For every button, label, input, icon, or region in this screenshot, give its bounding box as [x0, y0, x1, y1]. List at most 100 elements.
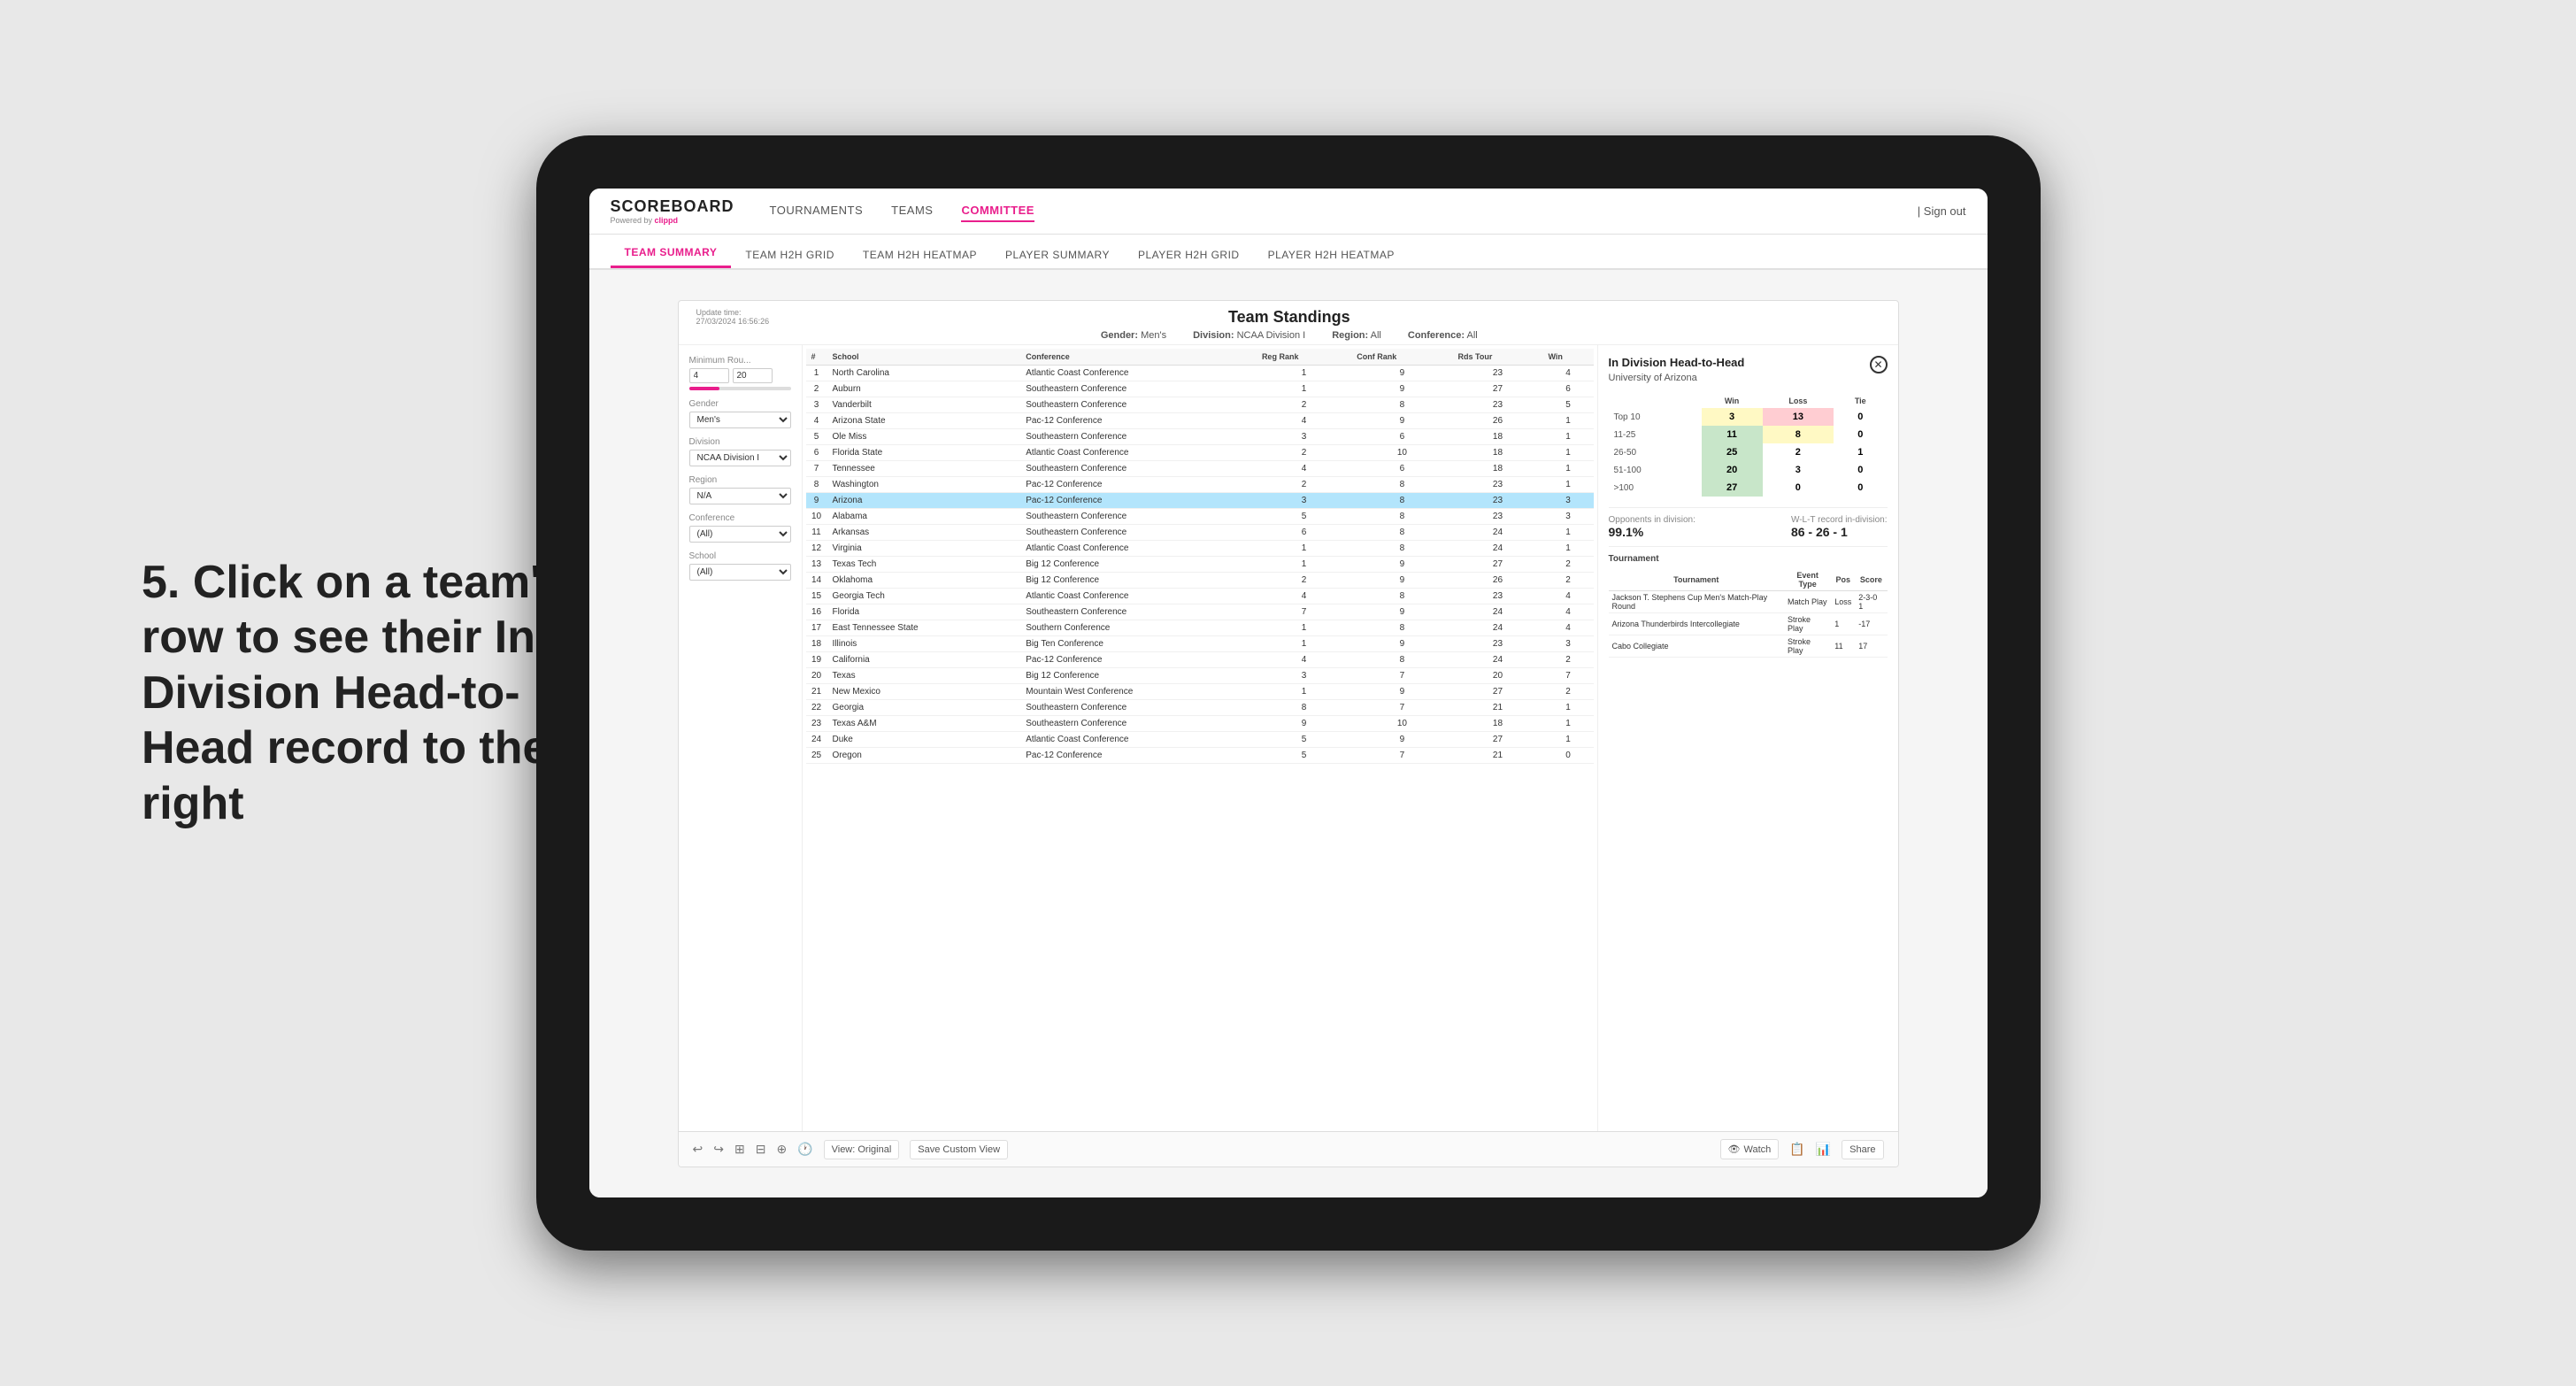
cell-rank: 4 [806, 413, 827, 429]
table-row[interactable]: 25 Oregon Pac-12 Conference 5 7 21 0 [806, 748, 1594, 764]
cell-rank: 9 [806, 493, 827, 509]
table-row[interactable]: 9 Arizona Pac-12 Conference 3 8 23 3 [806, 493, 1594, 509]
division-filter[interactable]: NCAA Division I [689, 450, 791, 466]
tournaments-table: Tournament Event Type Pos Score Jackson … [1609, 569, 1888, 658]
tournament-event-type: Stroke Play [1784, 613, 1831, 635]
table-row[interactable]: 7 Tennessee Southeastern Conference 4 6 … [806, 461, 1594, 477]
table-row[interactable]: 5 Ole Miss Southeastern Conference 3 6 1… [806, 429, 1594, 445]
table-row[interactable]: 17 East Tennessee State Southern Confere… [806, 620, 1594, 636]
cell-reg-rank: 1 [1257, 684, 1351, 700]
table-row[interactable]: 16 Florida Southeastern Conference 7 9 2… [806, 604, 1594, 620]
table-row[interactable]: 19 California Pac-12 Conference 4 8 24 2 [806, 652, 1594, 668]
cell-rank: 12 [806, 541, 827, 557]
table-row[interactable]: 21 New Mexico Mountain West Conference 1… [806, 684, 1594, 700]
cell-reg-rank: 2 [1257, 445, 1351, 461]
rounds-slider[interactable] [689, 387, 791, 390]
cell-conf-rank: 10 [1351, 445, 1452, 461]
cell-rank: 15 [806, 589, 827, 604]
redo-icon[interactable]: ↪ [713, 1142, 724, 1157]
table-row[interactable]: 3 Vanderbilt Southeastern Conference 2 8… [806, 397, 1594, 413]
view-original-label: View: Original [832, 1144, 892, 1155]
h2h-range-row: 51-100 20 3 0 [1609, 461, 1888, 479]
cell-rds: 23 [1453, 509, 1543, 525]
cell-rank: 21 [806, 684, 827, 700]
clock-icon[interactable]: 🕐 [797, 1142, 812, 1157]
nav-committee[interactable]: COMMITTEE [961, 200, 1034, 222]
tablet-frame: SCOREBOARD Powered by clippd TOURNAMENTS… [536, 135, 2041, 1251]
undo-icon[interactable]: ↩ [693, 1142, 704, 1157]
cell-conf-rank: 8 [1351, 509, 1452, 525]
cell-school: Virginia [827, 541, 1021, 557]
tablet-screen: SCOREBOARD Powered by clippd TOURNAMENTS… [589, 189, 1988, 1197]
h2h-close-button[interactable]: ✕ [1870, 356, 1888, 373]
nav-tournaments[interactable]: TOURNAMENTS [770, 200, 864, 222]
subnav-player-summary[interactable]: PLAYER SUMMARY [991, 242, 1124, 268]
table-row[interactable]: 4 Arizona State Pac-12 Conference 4 9 26… [806, 413, 1594, 429]
table-row[interactable]: 15 Georgia Tech Atlantic Coast Conferenc… [806, 589, 1594, 604]
table-header-row: # School Conference Reg Rank Conf Rank R… [806, 349, 1594, 366]
cell-reg-rank: 3 [1257, 429, 1351, 445]
table-row[interactable]: 23 Texas A&M Southeastern Conference 9 1… [806, 716, 1594, 732]
cell-reg-rank: 4 [1257, 461, 1351, 477]
region-filter[interactable]: N/A [689, 488, 791, 504]
toolbar-icon-5[interactable]: ⊕ [776, 1142, 787, 1157]
save-custom-button[interactable]: Save Custom View [910, 1140, 1008, 1159]
cell-reg-rank: 5 [1257, 732, 1351, 748]
cell-conference: Southeastern Conference [1020, 700, 1257, 716]
table-row[interactable]: 14 Oklahoma Big 12 Conference 2 9 26 2 [806, 573, 1594, 589]
watch-button[interactable]: 👁 Watch [1720, 1139, 1780, 1159]
conference-filter[interactable]: (All) [689, 526, 791, 543]
table-area: # School Conference Reg Rank Conf Rank R… [803, 345, 1597, 1131]
cell-rds: 24 [1453, 620, 1543, 636]
subnav-player-h2h-grid[interactable]: PLAYER H2H GRID [1124, 242, 1254, 268]
table-row[interactable]: 8 Washington Pac-12 Conference 2 8 23 1 [806, 477, 1594, 493]
table-row[interactable]: 20 Texas Big 12 Conference 3 7 20 7 [806, 668, 1594, 684]
th-rds: Rds Tour [1453, 349, 1543, 366]
table-row[interactable]: 24 Duke Atlantic Coast Conference 5 9 27… [806, 732, 1594, 748]
view-original-button[interactable]: View: Original [824, 1140, 900, 1159]
cell-conference: Southeastern Conference [1020, 429, 1257, 445]
cell-rds: 18 [1453, 461, 1543, 477]
toolbar-icon-7[interactable]: 📊 [1816, 1142, 1831, 1157]
cell-school: Washington [827, 477, 1021, 493]
nav-teams[interactable]: TEAMS [891, 200, 933, 222]
cell-rank: 5 [806, 429, 827, 445]
panel-meta: Gender: Men's Division: NCAA Division I … [769, 330, 1809, 341]
h2h-panel: In Division Head-to-Head University of A… [1597, 345, 1898, 1131]
toolbar-icon-3[interactable]: ⊞ [734, 1142, 745, 1157]
table-row[interactable]: 12 Virginia Atlantic Coast Conference 1 … [806, 541, 1594, 557]
cell-conf-rank: 8 [1351, 397, 1452, 413]
subnav-team-h2h-heatmap[interactable]: TEAM H2H HEATMAP [849, 242, 991, 268]
cell-conf-rank: 7 [1351, 700, 1452, 716]
cell-conf-rank: 8 [1351, 493, 1452, 509]
subnav-team-summary[interactable]: TEAM SUMMARY [611, 239, 732, 268]
table-row[interactable]: 6 Florida State Atlantic Coast Conferenc… [806, 445, 1594, 461]
cell-conference: Atlantic Coast Conference [1020, 732, 1257, 748]
tournament-pos: 1 [1831, 613, 1855, 635]
gender-filter[interactable]: Men's [689, 412, 791, 428]
cell-conf-rank: 8 [1351, 589, 1452, 604]
table-row[interactable]: 13 Texas Tech Big 12 Conference 1 9 27 2 [806, 557, 1594, 573]
cell-win: 2 [1542, 573, 1593, 589]
table-row[interactable]: 18 Illinois Big Ten Conference 1 9 23 3 [806, 636, 1594, 652]
min-rounds-max[interactable] [733, 368, 773, 383]
tournament-score: 17 [1855, 635, 1887, 658]
min-rounds-min[interactable] [689, 368, 729, 383]
school-filter[interactable]: (All) [689, 564, 791, 581]
table-row[interactable]: 22 Georgia Southeastern Conference 8 7 2… [806, 700, 1594, 716]
table-row[interactable]: 10 Alabama Southeastern Conference 5 8 2… [806, 509, 1594, 525]
table-row[interactable]: 2 Auburn Southeastern Conference 1 9 27 … [806, 381, 1594, 397]
subnav-player-h2h-heatmap[interactable]: PLAYER H2H HEATMAP [1254, 242, 1409, 268]
sign-out-link[interactable]: | Sign out [1918, 204, 1966, 218]
toolbar-icon-4[interactable]: ⊟ [756, 1142, 766, 1157]
cell-school: North Carolina [827, 366, 1021, 381]
cell-reg-rank: 1 [1257, 381, 1351, 397]
logo-area: SCOREBOARD Powered by clippd [611, 197, 734, 225]
subnav-team-h2h-grid[interactable]: TEAM H2H GRID [731, 242, 849, 268]
table-row[interactable]: 11 Arkansas Southeastern Conference 6 8 … [806, 525, 1594, 541]
share-button[interactable]: Share [1842, 1140, 1883, 1159]
table-row[interactable]: 1 North Carolina Atlantic Coast Conferen… [806, 366, 1594, 381]
toolbar-icon-6[interactable]: 📋 [1789, 1142, 1804, 1157]
th-rank: # [806, 349, 827, 366]
cell-reg-rank: 1 [1257, 541, 1351, 557]
